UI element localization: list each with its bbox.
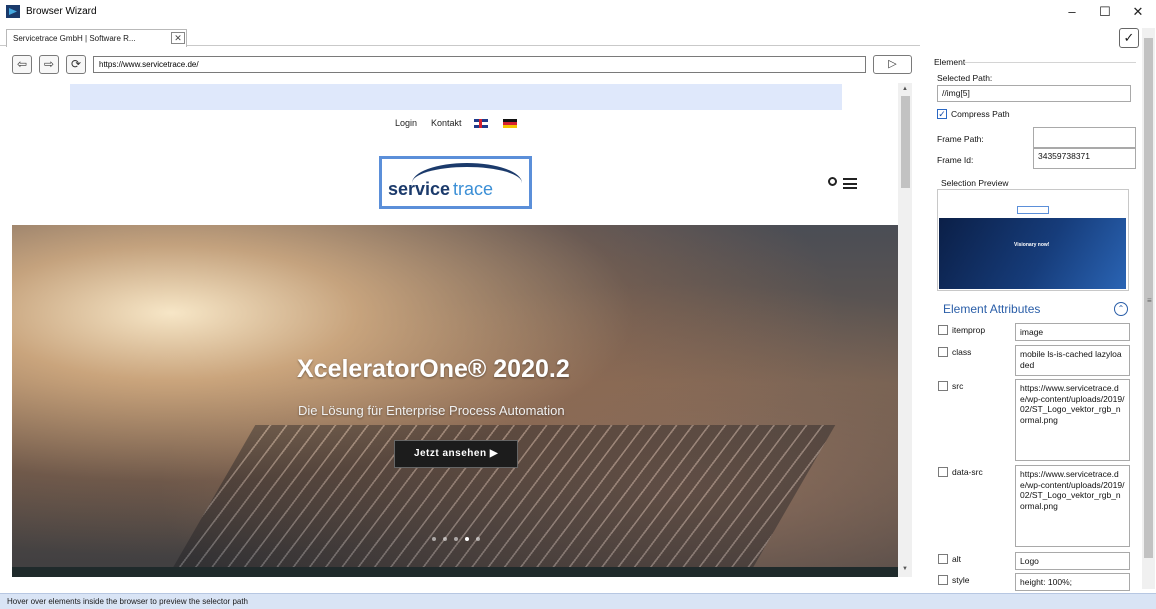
- uk-flag-icon[interactable]: [474, 119, 488, 128]
- compress-path-checkbox[interactable]: ✓: [937, 109, 947, 119]
- frame-path-label: Frame Path:: [937, 134, 984, 144]
- status-bar: Hover over elements inside the browser t…: [0, 593, 1156, 609]
- hamburger-menu-icon[interactable]: [843, 178, 857, 189]
- element-attributes-heading: Element Attributes: [943, 302, 1041, 316]
- de-flag-icon[interactable]: [503, 119, 517, 128]
- frame-path-field[interactable]: [1033, 127, 1136, 148]
- kontakt-link[interactable]: Kontakt: [431, 118, 462, 128]
- close-window-button[interactable]: ✕: [1121, 0, 1155, 24]
- attr-value[interactable]: https://www.servicetrace.de/wp-content/u…: [1015, 379, 1130, 461]
- title-bar: [0, 0, 1156, 24]
- jetzt-ansehen-button[interactable]: Jetzt ansehen ▶: [394, 440, 518, 468]
- attr-name: src: [952, 381, 964, 391]
- element-group-label: Element: [934, 57, 966, 67]
- scroll-up-icon[interactable]: ▲: [898, 86, 912, 92]
- hero-bottom-strip: [12, 567, 898, 577]
- scroll-down-icon[interactable]: ▼: [898, 566, 912, 572]
- login-link[interactable]: Login: [395, 118, 417, 128]
- minimize-button[interactable]: –: [1055, 0, 1089, 24]
- browser-tab[interactable]: Servicetrace GmbH | Software R... ✕: [6, 29, 187, 47]
- go-button[interactable]: ▷: [873, 55, 912, 74]
- splitter-grip-icon[interactable]: ≡: [1147, 296, 1152, 305]
- carousel-dot[interactable]: [476, 537, 480, 541]
- search-icon[interactable]: [828, 177, 837, 186]
- url-input[interactable]: https://www.servicetrace.de/: [93, 56, 866, 73]
- attr-name: class: [952, 347, 972, 357]
- attr-name: itemprop: [952, 325, 986, 335]
- selection-preview: Visionary now!: [937, 189, 1129, 291]
- maximize-button[interactable]: ☐: [1088, 0, 1122, 24]
- app-icon: [6, 5, 20, 18]
- attr-value[interactable]: https://www.servicetrace.de/wp-content/u…: [1015, 465, 1130, 547]
- carousel-dot[interactable]: [443, 537, 447, 541]
- logo-text-trace: trace: [453, 179, 494, 199]
- tab-close-icon[interactable]: ✕: [171, 32, 185, 44]
- forward-button[interactable]: ⇨: [39, 55, 59, 74]
- logo-text-service: service: [388, 179, 451, 199]
- selected-path-field[interactable]: //img[5]: [937, 85, 1131, 102]
- hero-subtitle: Die Lösung für Enterprise Process Automa…: [298, 403, 565, 418]
- back-button[interactable]: ⇦: [12, 55, 32, 74]
- selected-path-label: Selected Path:: [937, 73, 993, 83]
- frame-id-label: Frame Id:: [937, 155, 974, 165]
- group-divider: [964, 62, 1136, 63]
- hero-title: XceleratorOne® 2020.2: [297, 355, 570, 383]
- tab-label: Servicetrace GmbH | Software R...: [13, 34, 136, 43]
- attr-checkbox-alt[interactable]: [938, 554, 948, 564]
- attr-value[interactable]: Logo: [1015, 552, 1130, 570]
- refresh-button[interactable]: ⟳: [66, 55, 86, 74]
- viewport-scroll-thumb[interactable]: [901, 96, 910, 188]
- attr-value[interactable]: height: 100%;: [1015, 573, 1130, 591]
- carousel-dot[interactable]: [454, 537, 458, 541]
- selection-preview-label: Selection Preview: [941, 178, 1009, 188]
- hero-banner: XceleratorOne® 2020.2 Die Lösung für Ent…: [12, 225, 898, 577]
- confirm-button[interactable]: ✓: [1119, 28, 1139, 48]
- attr-name: data-src: [952, 467, 983, 477]
- attr-name: style: [952, 575, 970, 585]
- attr-value[interactable]: mobile ls-is-cached lazyloaded: [1015, 345, 1130, 376]
- browser-viewport[interactable]: Login Kontakt service trace XceleratorOn…: [12, 83, 898, 577]
- attr-checkbox-class[interactable]: [938, 347, 948, 357]
- compress-path-label: Compress Path: [951, 109, 1010, 119]
- preview-hero-text: Visionary now!: [1014, 242, 1050, 248]
- collapse-icon[interactable]: ⌃: [1114, 302, 1128, 316]
- site-logo[interactable]: service trace: [379, 156, 532, 209]
- attr-checkbox-style[interactable]: [938, 575, 948, 585]
- preview-logo: [1017, 206, 1049, 214]
- attr-checkbox-itemprop[interactable]: [938, 325, 948, 335]
- attr-name: alt: [952, 554, 961, 564]
- carousel-dot[interactable]: [465, 537, 469, 541]
- attr-value[interactable]: image: [1015, 323, 1130, 341]
- preview-hero-image: Visionary now!: [939, 218, 1126, 289]
- carousel-dot[interactable]: [432, 537, 436, 541]
- page-top-band: [70, 84, 842, 110]
- window-title: Browser Wizard: [26, 6, 97, 17]
- attr-checkbox-data-src[interactable]: [938, 467, 948, 477]
- attr-checkbox-src[interactable]: [938, 381, 948, 391]
- frame-id-field[interactable]: 34359738371: [1033, 148, 1136, 169]
